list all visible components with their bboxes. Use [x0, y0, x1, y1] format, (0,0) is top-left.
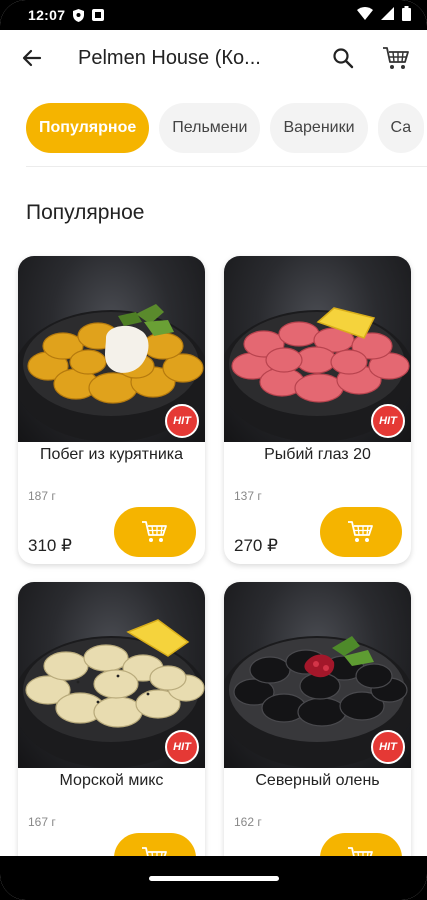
- status-bar: 12:07: [0, 0, 427, 30]
- hit-badge: HIT: [165, 730, 199, 764]
- add-to-cart-button[interactable]: [320, 507, 402, 557]
- app-screen: 12:07 Pelmen House (Ко... Популярное Пел…: [0, 0, 427, 900]
- product-price: 310 ₽: [28, 536, 72, 555]
- tab-popular[interactable]: Популярное: [26, 103, 150, 153]
- product-photo: HIT: [18, 582, 205, 768]
- divider: [26, 166, 427, 167]
- product-name: Северный олень: [255, 772, 380, 789]
- product-card[interactable]: HIT Северный олень 162 г: [224, 582, 411, 890]
- product-photo: HIT: [224, 582, 411, 768]
- product-photo: HIT: [224, 256, 411, 442]
- cart-icon: [142, 521, 167, 542]
- wifi-icon: [357, 7, 373, 23]
- arrow-left-icon[interactable]: [14, 40, 50, 76]
- system-nav-bar: [0, 856, 427, 900]
- page-title: Pelmen House (Ко...: [78, 46, 261, 69]
- cart-icon[interactable]: [378, 40, 414, 76]
- hit-badge: HIT: [371, 730, 405, 764]
- product-name: Морской микс: [59, 772, 164, 789]
- product-name: Побег из курятника: [39, 446, 183, 463]
- product-price: 270 ₽: [234, 536, 278, 555]
- product-name: Рыбий глаз 20: [264, 446, 371, 463]
- cart-icon: [348, 521, 373, 542]
- battery-icon: [402, 6, 411, 24]
- app-bar: Pelmen House (Ко...: [0, 30, 427, 86]
- product-photo: HIT: [18, 256, 205, 442]
- search-icon[interactable]: [325, 40, 361, 76]
- tab-vareniki[interactable]: Вареники: [270, 103, 368, 153]
- add-to-cart-button[interactable]: [114, 507, 196, 557]
- home-handle[interactable]: [148, 875, 279, 881]
- product-weight: 167 г: [28, 815, 56, 829]
- square-icon: [92, 9, 105, 21]
- product-weight: 162 г: [234, 815, 262, 829]
- product-weight: 187 г: [28, 489, 56, 503]
- shield-icon: [73, 8, 85, 22]
- tab-partial[interactable]: Са: [377, 103, 425, 153]
- hit-badge: HIT: [165, 404, 199, 438]
- status-time: 12:07: [28, 7, 66, 23]
- product-weight: 137 г: [234, 489, 262, 503]
- product-card[interactable]: HIT Рыбий глаз 20 137 г 270 ₽: [224, 256, 411, 564]
- hit-badge: HIT: [371, 404, 405, 438]
- section-title: Популярное: [26, 201, 145, 224]
- tab-pelmeni[interactable]: Пельмени: [159, 103, 261, 153]
- product-card[interactable]: HIT Морской микс 167 г: [18, 582, 205, 890]
- product-card[interactable]: HIT Побег из курятника 187 г 310 ₽: [18, 256, 205, 564]
- category-tabs: Популярное Пельмени Вареники Са: [26, 103, 427, 155]
- signal-icon: [381, 7, 394, 23]
